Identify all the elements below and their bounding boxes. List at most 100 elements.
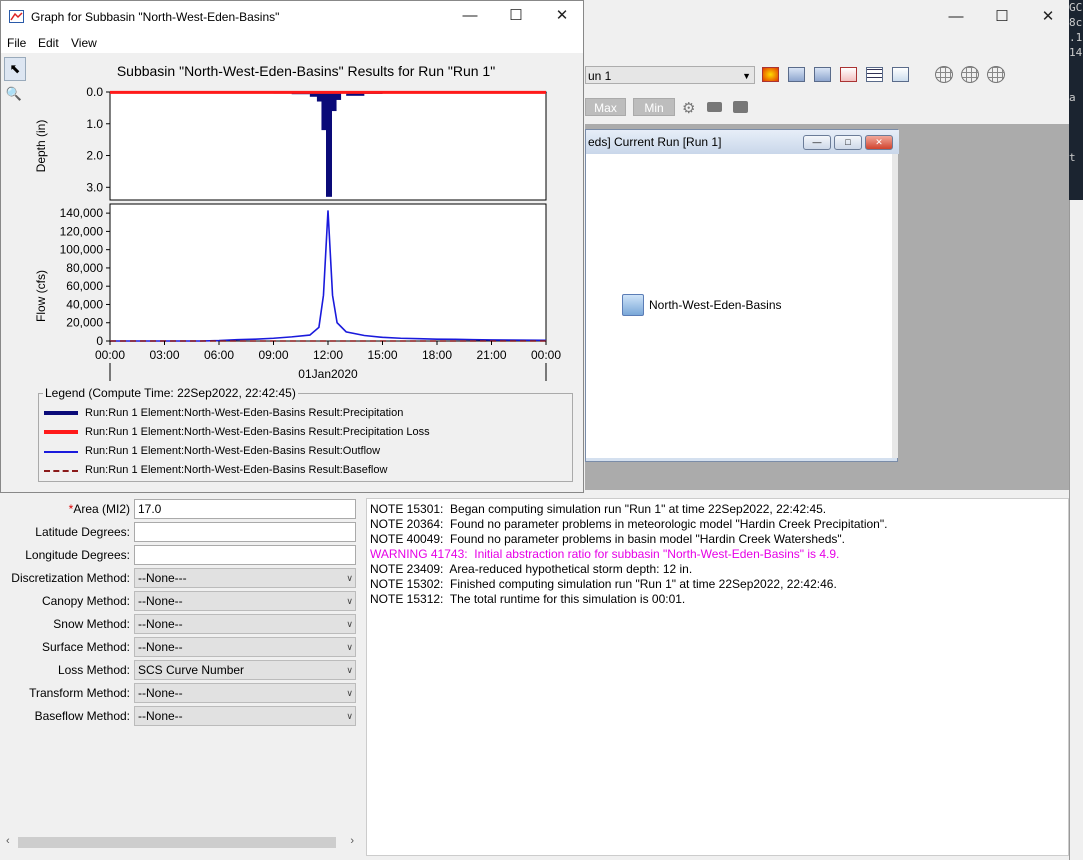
property-row: Snow Method: --None-- ∨ <box>0 614 364 635</box>
summary-table-icon[interactable] <box>788 67 805 82</box>
property-label: Loss Method: <box>57 663 130 677</box>
chevron-down-icon: ∨ <box>346 596 353 606</box>
basin-canvas[interactable]: North-West-Eden-Basins <box>586 154 892 458</box>
property-select[interactable]: --None--- ∨ <box>134 568 356 588</box>
flow-tick-label: 60,000 <box>66 279 103 293</box>
legend-swatch <box>44 451 78 453</box>
property-input[interactable] <box>134 522 356 542</box>
legend-swatch <box>44 470 78 472</box>
maximize-icon[interactable]: ☐ <box>982 6 1022 28</box>
property-value: 17.0 <box>138 502 162 516</box>
chevron-down-icon: ∨ <box>346 573 353 583</box>
scroll-right-icon[interactable]: › <box>350 835 354 847</box>
required-marker: * <box>68 502 74 516</box>
note-message: NOTE 15301: Began computing simulation r… <box>370 502 827 516</box>
depth-tick-label: 0.0 <box>86 85 103 99</box>
legend-label: Run:Run 1 Element:North-West-Eden-Basins… <box>85 464 388 476</box>
basin-vertical-scrollbar[interactable] <box>892 154 898 458</box>
property-select[interactable]: --None-- ∨ <box>134 614 356 634</box>
property-label: *Area (MI2) <box>68 502 130 516</box>
flow-tick-label: 20,000 <box>66 316 103 330</box>
chevron-down-icon: ∨ <box>346 642 353 652</box>
close-icon[interactable]: ✕ <box>1028 6 1068 28</box>
property-label: Snow Method: <box>53 617 130 631</box>
minimize-icon[interactable]: — <box>803 135 831 150</box>
note-message: NOTE 15312: The total runtime for this s… <box>370 592 686 606</box>
chevron-down-icon: ∨ <box>346 665 353 675</box>
flow-tick-label: 100,000 <box>60 243 104 257</box>
background-terminal-edge: GC 8c .1 14 a t <box>1069 0 1083 200</box>
property-select[interactable]: --None-- ∨ <box>134 706 356 726</box>
property-row: Discretization Method: --None--- ∨ <box>0 568 364 589</box>
property-select[interactable]: SCS Curve Number ∨ <box>134 660 356 680</box>
property-select[interactable]: --None-- ∨ <box>134 637 356 657</box>
chevron-down-icon: ∨ <box>346 711 353 721</box>
result-window-icon[interactable] <box>892 67 909 82</box>
chevron-down-icon: ▼ <box>742 71 751 81</box>
flow-tick-label: 120,000 <box>60 224 104 238</box>
message-log[interactable]: NOTE 15301: Began computing simulation r… <box>366 498 1069 856</box>
chevron-down-icon: ∨ <box>346 688 353 698</box>
globe-icon[interactable] <box>935 66 953 83</box>
date-label: 01Jan2020 <box>298 367 358 381</box>
chart[interactable]: 0.0 1.0 2.0 3.0 Depth (in) 0 20,000 40,000 60,0… <box>1 1 583 393</box>
min-button[interactable]: Min <box>633 98 675 116</box>
note-message: NOTE 20364: Found no parameter problems … <box>370 517 888 531</box>
property-select[interactable]: --None-- ∨ <box>134 683 356 703</box>
legend-swatch <box>44 430 78 434</box>
time-tick-label: 03:00 <box>149 348 179 362</box>
video-camera-icon[interactable] <box>707 102 722 112</box>
minimize-icon[interactable]: — <box>936 6 976 28</box>
time-axis: 00:00 03:00 06:00 09:00 12:00 15:00 18:00 21:00… <box>95 341 561 381</box>
property-input[interactable] <box>134 545 356 565</box>
legend-label: Run:Run 1 Element:North-West-Eden-Basins… <box>85 407 404 419</box>
gear-icon[interactable]: ⚙ <box>682 99 695 117</box>
property-row: *Area (MI2) 17.0 <box>0 499 364 520</box>
legend-label: Run:Run 1 Element:North-West-Eden-Basins… <box>85 445 381 457</box>
flow-tick-label: 40,000 <box>66 297 103 311</box>
camera-icon[interactable] <box>733 101 748 113</box>
property-label: Canopy Method: <box>41 594 130 608</box>
depth-tick-label: 3.0 <box>86 180 103 194</box>
property-value: SCS Curve Number <box>138 663 245 677</box>
global-summary-icon[interactable] <box>814 67 831 82</box>
depth-tick-label: 1.0 <box>86 117 103 131</box>
main-toolbar: un 1 ▼ <box>585 62 1069 88</box>
flow-tick-label: 0 <box>96 334 103 348</box>
horizontal-scrollbar[interactable]: ‹ › <box>4 834 356 851</box>
property-value: --None-- <box>138 594 183 608</box>
maximize-icon[interactable]: □ <box>834 135 862 150</box>
secondary-toolbar: Max Min ⚙ <box>585 96 1069 118</box>
property-row: Canopy Method: --None-- ∨ <box>0 591 364 612</box>
globe-icon[interactable] <box>961 66 979 83</box>
warning-message: WARNING 41743: Initial abstraction ratio… <box>370 547 840 561</box>
close-icon[interactable]: ✕ <box>865 135 893 150</box>
globe-icon[interactable] <box>987 66 1005 83</box>
time-tick-label: 18:00 <box>422 348 452 362</box>
property-row: Baseflow Method: --None-- ∨ <box>0 706 364 727</box>
depth-axis-label: Depth (in) <box>34 120 48 173</box>
property-select[interactable]: --None-- ∨ <box>134 591 356 611</box>
note-message: NOTE 40049: Found no parameter problems … <box>370 532 845 546</box>
basin-model-window: eds] Current Run [Run 1] — □ ✕ North-Wes… <box>585 129 899 462</box>
time-tick-label: 09:00 <box>258 348 288 362</box>
compute-icon[interactable] <box>762 67 779 82</box>
property-row: Longitude Degrees: <box>0 545 364 566</box>
time-series-table-icon[interactable] <box>866 67 883 82</box>
note-message: NOTE 23409: Area-reduced hypothetical st… <box>370 562 693 576</box>
flow-tick-label: 80,000 <box>66 261 103 275</box>
property-label: Transform Method: <box>29 686 130 700</box>
property-value: --None--- <box>138 571 187 585</box>
graph-icon[interactable] <box>840 67 857 82</box>
max-button[interactable]: Max <box>585 98 626 116</box>
property-row: Latitude Degrees: <box>0 522 364 543</box>
property-value: --None-- <box>138 617 183 631</box>
time-tick-label: 00:00 <box>95 348 125 362</box>
scroll-left-icon[interactable]: ‹ <box>6 835 10 847</box>
time-tick-label: 00:00 <box>531 348 561 362</box>
scroll-thumb[interactable] <box>18 837 336 848</box>
time-tick-label: 12:00 <box>313 348 343 362</box>
legend: Legend (Compute Time: 22Sep2022, 22:42:4… <box>38 386 573 482</box>
property-input[interactable]: 17.0 <box>134 499 356 519</box>
property-row: Surface Method: --None-- ∨ <box>0 637 364 658</box>
